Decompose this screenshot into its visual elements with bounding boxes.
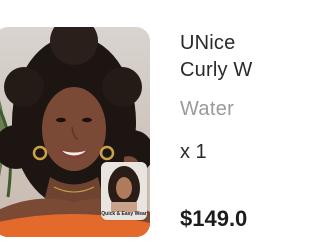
product-title-line-1: UNice bbox=[180, 32, 236, 54]
product-variant: Water bbox=[180, 98, 235, 120]
quick-wear-thumbnail[interactable]: Quick & Easy Wear bbox=[101, 162, 147, 220]
cart-item-card: Quick & Easy Wear UNice Curly W Water x … bbox=[0, 0, 252, 249]
product-title-line-2: Curly W bbox=[180, 59, 253, 81]
thumbnail-label: Quick & Easy Wear bbox=[101, 211, 147, 217]
product-title[interactable]: UNice Curly W bbox=[180, 30, 260, 84]
product-price: $149.0 bbox=[180, 206, 248, 231]
product-quantity: x 1 bbox=[180, 141, 207, 163]
